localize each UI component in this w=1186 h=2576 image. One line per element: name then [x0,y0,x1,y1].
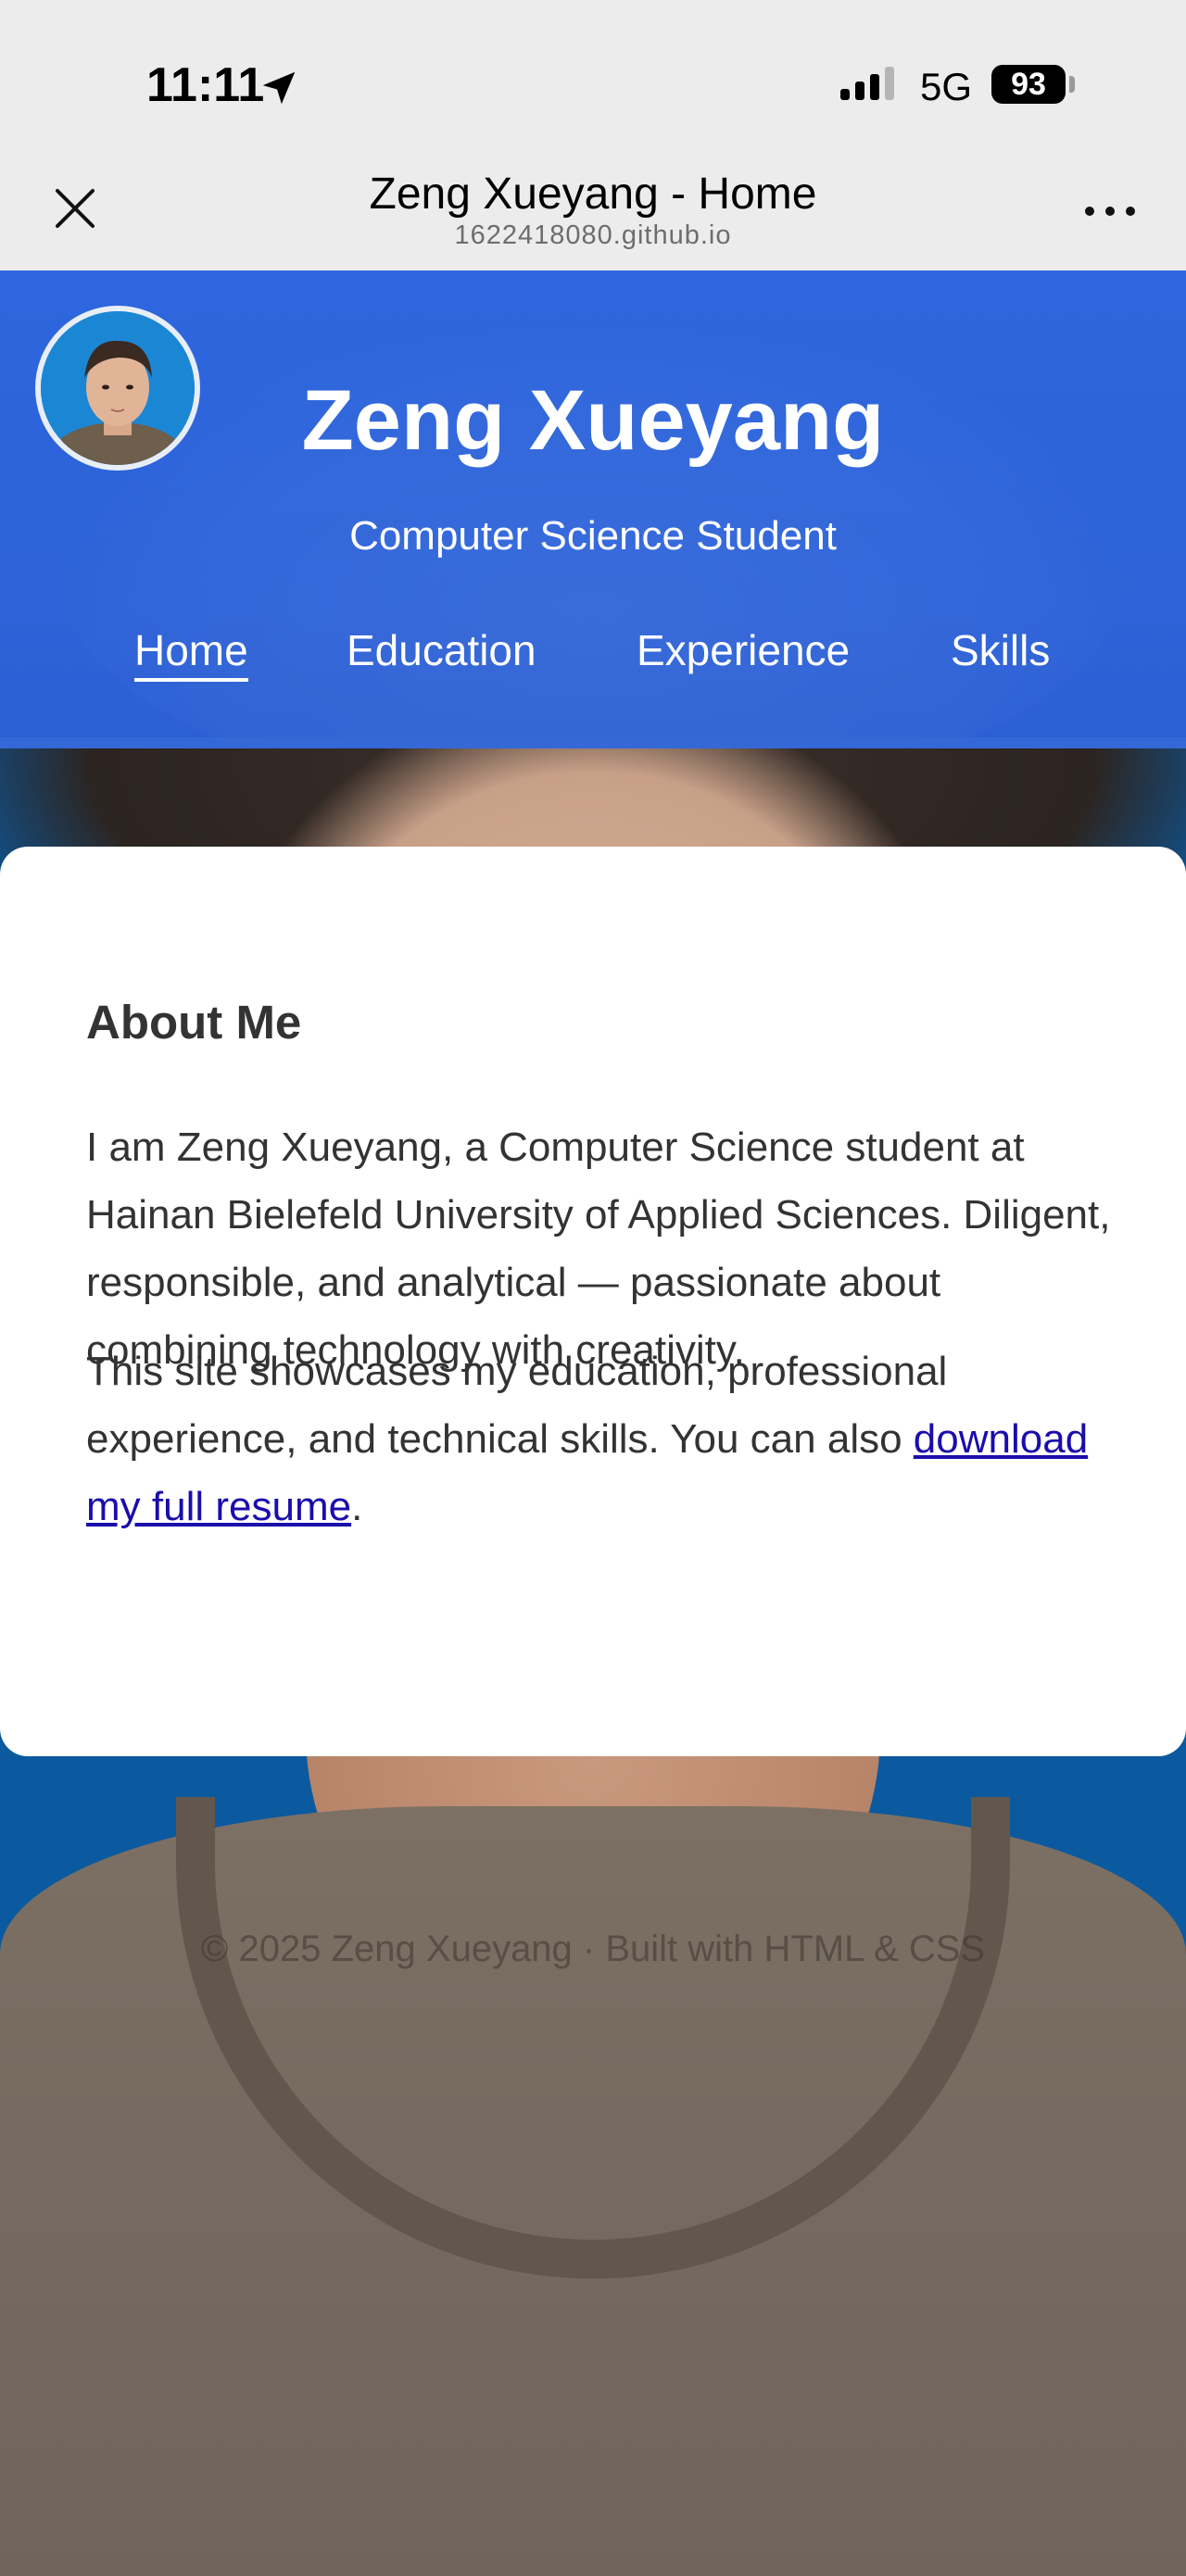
about-heading: About Me [86,996,302,1049]
more-options-icon[interactable] [1082,204,1138,219]
about-paragraph-site: This site showcases my education, profes… [86,1338,1124,1540]
site-header: Zeng Xueyang Computer Science Student Ho… [0,270,1186,748]
location-arrow-icon [262,71,296,105]
cellular-signal-icon [840,67,894,100]
nav-link-skills[interactable]: Skills [951,622,1050,678]
network-type: 5G [920,65,973,108]
site-subtitle: Computer Science Student [349,513,837,559]
battery-level: 93 [991,65,1066,104]
browser-toolbar: Zeng Xueyang - Home 1622418080.github.io [0,157,1186,270]
about-paragraph-site-suffix: . [351,1484,363,1529]
battery-cap [1069,76,1075,93]
site-title: Zeng Xueyang [301,373,885,468]
status-time: 11:11 [146,58,265,112]
footer-text: © 2025 Zeng Xueyang · Built with HTML & … [200,1929,986,1969]
about-card: About Me I am Zeng Xueyang, a Computer S… [0,847,1186,1756]
nav-link-experience[interactable]: Experience [637,622,850,678]
browser-url: 1622418080.github.io [454,220,732,250]
main-nav: Home Education Experience Skills [0,622,1186,697]
nav-link-education[interactable]: Education [347,622,536,678]
nav-link-home[interactable]: Home [134,622,248,682]
status-bar: 11:11 5G 93 [0,0,1186,157]
browser-page-title: Zeng Xueyang - Home [369,170,817,219]
about-paragraph-site-text: This site showcases my education, profes… [86,1349,948,1462]
